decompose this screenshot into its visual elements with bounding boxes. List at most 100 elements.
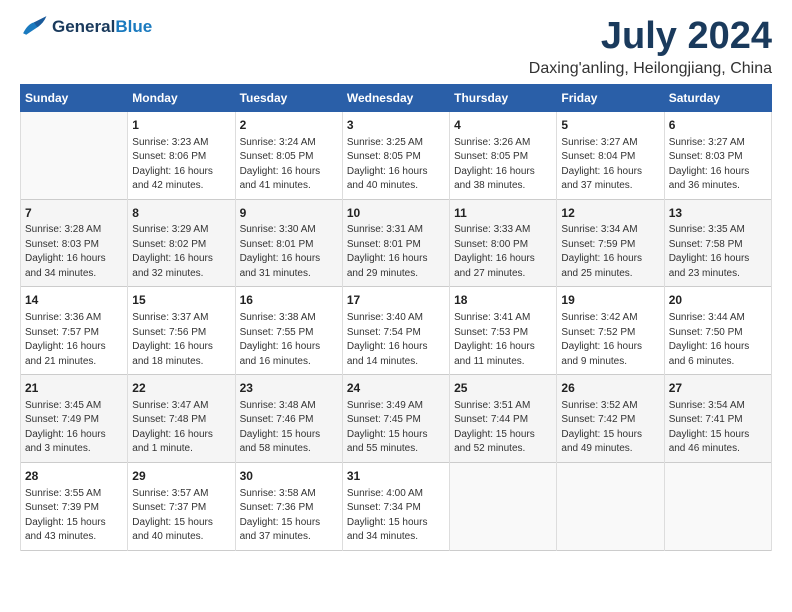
calendar-cell: 23 Sunrise: 3:48 AM Sunset: 7:46 PM Dayli… [235, 375, 342, 463]
day-number: 17 [347, 292, 445, 309]
calendar-cell: 29 Sunrise: 3:57 AM Sunset: 7:37 PM Dayli… [128, 462, 235, 550]
calendar-cell: 18 Sunrise: 3:41 AM Sunset: 7:53 PM Dayli… [450, 287, 557, 375]
day-info: Sunrise: 3:23 AM Sunset: 8:06 PM Dayligh… [132, 136, 230, 194]
day-info: Sunrise: 3:36 AM Sunset: 7:57 PM Dayligh… [25, 311, 123, 369]
calendar-cell: 6Sunrise: 3:27 AM Sunset: 8:03 PM Daylig… [664, 111, 771, 199]
day-number: 4 [454, 117, 552, 134]
day-number: 2 [240, 117, 338, 134]
calendar-cell [21, 111, 128, 199]
calendar-week-4: 21 Sunrise: 3:45 AM Sunset: 7:49 PM Dayli… [21, 375, 772, 463]
calendar-cell: 12Sunrise: 3:34 AM Sunset: 7:59 PM Dayli… [557, 199, 664, 287]
day-number: 11 [454, 205, 552, 222]
calendar-cell: 20Sunrise: 3:44 AM Sunset: 7:50 PM Dayli… [664, 287, 771, 375]
day-number: 25 [454, 380, 552, 397]
calendar-cell: 19 Sunrise: 3:42 AM Sunset: 7:52 PM Dayli… [557, 287, 664, 375]
day-info: Sunrise: 3:33 AM Sunset: 8:00 PM Dayligh… [454, 223, 552, 281]
header-thursday: Thursday [450, 84, 557, 111]
calendar-cell: 7Sunrise: 3:28 AM Sunset: 8:03 PM Daylig… [21, 199, 128, 287]
calendar-cell: 2Sunrise: 3:24 AM Sunset: 8:05 PM Daylig… [235, 111, 342, 199]
calendar-cell: 8Sunrise: 3:29 AM Sunset: 8:02 PM Daylig… [128, 199, 235, 287]
day-info: Sunrise: 3:48 AM Sunset: 7:46 PM Dayligh… [240, 399, 338, 457]
calendar-cell [557, 462, 664, 550]
day-number: 18 [454, 292, 552, 309]
month-title: July 2024 [529, 16, 772, 58]
calendar-cell: 13Sunrise: 3:35 AM Sunset: 7:58 PM Dayli… [664, 199, 771, 287]
day-number: 28 [25, 468, 123, 485]
day-info: Sunrise: 3:26 AM Sunset: 8:05 PM Dayligh… [454, 136, 552, 194]
day-number: 14 [25, 292, 123, 309]
calendar-cell: 17Sunrise: 3:40 AM Sunset: 7:54 PM Dayli… [342, 287, 449, 375]
calendar-cell: 3Sunrise: 3:25 AM Sunset: 8:05 PM Daylig… [342, 111, 449, 199]
calendar-cell: 27Sunrise: 3:54 AM Sunset: 7:41 PM Dayli… [664, 375, 771, 463]
day-info: Sunrise: 3:28 AM Sunset: 8:03 PM Dayligh… [25, 223, 123, 281]
day-number: 26 [561, 380, 659, 397]
day-number: 15 [132, 292, 230, 309]
day-info: Sunrise: 3:35 AM Sunset: 7:58 PM Dayligh… [669, 223, 767, 281]
calendar-cell: 11Sunrise: 3:33 AM Sunset: 8:00 PM Dayli… [450, 199, 557, 287]
calendar-cell [664, 462, 771, 550]
header-sunday: Sunday [21, 84, 128, 111]
calendar-cell: 28 Sunrise: 3:55 AM Sunset: 7:39 PM Dayli… [21, 462, 128, 550]
day-info: Sunrise: 3:51 AM Sunset: 7:44 PM Dayligh… [454, 399, 552, 457]
day-number: 5 [561, 117, 659, 134]
day-info: Sunrise: 3:47 AM Sunset: 7:48 PM Dayligh… [132, 399, 230, 457]
day-number: 16 [240, 292, 338, 309]
day-number: 23 [240, 380, 338, 397]
day-number: 29 [132, 468, 230, 485]
header-wednesday: Wednesday [342, 84, 449, 111]
calendar-cell: 31 Sunrise: 4:00 AM Sunset: 7:34 PM Dayli… [342, 462, 449, 550]
calendar-cell: 5 Sunrise: 3:27 AM Sunset: 8:04 PM Daylig… [557, 111, 664, 199]
day-number: 9 [240, 205, 338, 222]
day-info: Sunrise: 4:00 AM Sunset: 7:34 PM Dayligh… [347, 487, 445, 545]
calendar-cell: 21 Sunrise: 3:45 AM Sunset: 7:49 PM Dayli… [21, 375, 128, 463]
calendar-cell: 30 Sunrise: 3:58 AM Sunset: 7:36 PM Dayli… [235, 462, 342, 550]
day-info: Sunrise: 3:49 AM Sunset: 7:45 PM Dayligh… [347, 399, 445, 457]
day-number: 3 [347, 117, 445, 134]
day-number: 20 [669, 292, 767, 309]
calendar-cell: 14 Sunrise: 3:36 AM Sunset: 7:57 PM Dayli… [21, 287, 128, 375]
day-info: Sunrise: 3:29 AM Sunset: 8:02 PM Dayligh… [132, 223, 230, 281]
day-number: 22 [132, 380, 230, 397]
page-header: GeneralBlue July 2024 Daxing'anling, Hei… [20, 16, 772, 78]
day-info: Sunrise: 3:31 AM Sunset: 8:01 PM Dayligh… [347, 223, 445, 281]
header-monday: Monday [128, 84, 235, 111]
day-info: Sunrise: 3:41 AM Sunset: 7:53 PM Dayligh… [454, 311, 552, 369]
day-info: Sunrise: 3:52 AM Sunset: 7:42 PM Dayligh… [561, 399, 659, 457]
logo: GeneralBlue [20, 16, 152, 38]
day-info: Sunrise: 3:55 AM Sunset: 7:39 PM Dayligh… [25, 487, 123, 545]
calendar-cell: 4 Sunrise: 3:26 AM Sunset: 8:05 PM Daylig… [450, 111, 557, 199]
day-number: 31 [347, 468, 445, 485]
calendar-cell: 25 Sunrise: 3:51 AM Sunset: 7:44 PM Dayli… [450, 375, 557, 463]
day-number: 13 [669, 205, 767, 222]
day-info: Sunrise: 3:57 AM Sunset: 7:37 PM Dayligh… [132, 487, 230, 545]
calendar-cell: 26 Sunrise: 3:52 AM Sunset: 7:42 PM Dayli… [557, 375, 664, 463]
day-number: 27 [669, 380, 767, 397]
day-info: Sunrise: 3:38 AM Sunset: 7:55 PM Dayligh… [240, 311, 338, 369]
logo-text: GeneralBlue [52, 18, 152, 37]
calendar-week-3: 14 Sunrise: 3:36 AM Sunset: 7:57 PM Dayli… [21, 287, 772, 375]
header-saturday: Saturday [664, 84, 771, 111]
day-number: 30 [240, 468, 338, 485]
day-number: 8 [132, 205, 230, 222]
day-info: Sunrise: 3:58 AM Sunset: 7:36 PM Dayligh… [240, 487, 338, 545]
calendar-table: SundayMondayTuesdayWednesdayThursdayFrid… [20, 84, 772, 551]
calendar-cell: 1 Sunrise: 3:23 AM Sunset: 8:06 PM Daylig… [128, 111, 235, 199]
header-friday: Friday [557, 84, 664, 111]
day-info: Sunrise: 3:45 AM Sunset: 7:49 PM Dayligh… [25, 399, 123, 457]
day-info: Sunrise: 3:42 AM Sunset: 7:52 PM Dayligh… [561, 311, 659, 369]
day-number: 7 [25, 205, 123, 222]
calendar-cell: 24 Sunrise: 3:49 AM Sunset: 7:45 PM Dayli… [342, 375, 449, 463]
day-number: 19 [561, 292, 659, 309]
header-tuesday: Tuesday [235, 84, 342, 111]
day-info: Sunrise: 3:27 AM Sunset: 8:04 PM Dayligh… [561, 136, 659, 194]
day-number: 24 [347, 380, 445, 397]
logo-icon [20, 16, 48, 38]
calendar-cell [450, 462, 557, 550]
day-info: Sunrise: 3:37 AM Sunset: 7:56 PM Dayligh… [132, 311, 230, 369]
title-area: July 2024 Daxing'anling, Heilongjiang, C… [529, 16, 772, 78]
day-number: 6 [669, 117, 767, 134]
day-number: 12 [561, 205, 659, 222]
day-number: 21 [25, 380, 123, 397]
day-number: 1 [132, 117, 230, 134]
calendar-week-2: 7Sunrise: 3:28 AM Sunset: 8:03 PM Daylig… [21, 199, 772, 287]
